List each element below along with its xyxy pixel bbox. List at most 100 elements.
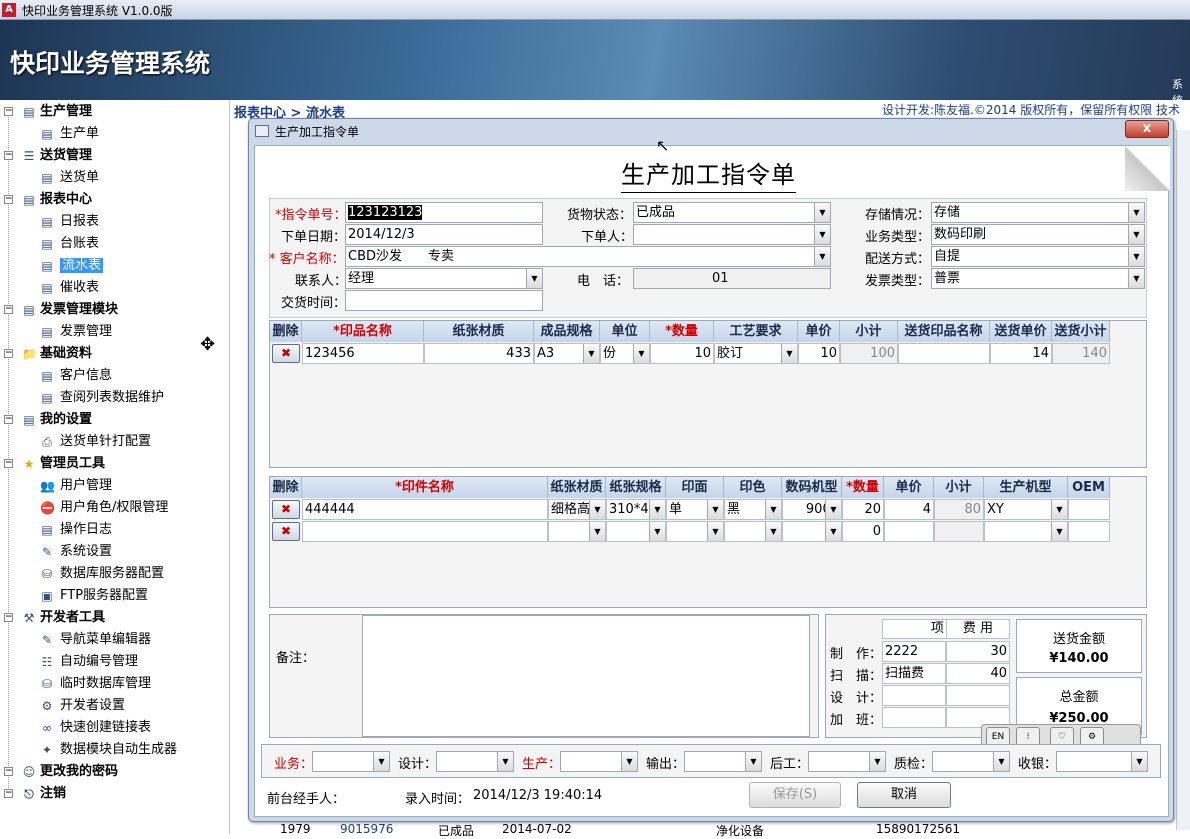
business-type-field[interactable]: 数码印刷 ▼ xyxy=(931,224,1145,245)
grid-cell[interactable]: ▼ xyxy=(724,521,782,542)
post-staff-field[interactable]: ▼ xyxy=(808,751,886,772)
chevron-down-icon[interactable]: ▼ xyxy=(1051,522,1067,541)
business-staff-field[interactable]: ▼ xyxy=(312,751,390,772)
tree-item-6[interactable]: ▤ 台账表 xyxy=(41,234,99,254)
chevron-down-icon[interactable]: ▼ xyxy=(825,522,841,541)
grid-cell[interactable]: 细格高 ▼ xyxy=(548,499,606,520)
tree-item-20[interactable]: ✎ 系统设置 xyxy=(42,542,112,562)
chevron-down-icon[interactable]: ▼ xyxy=(649,522,665,541)
grid-cell[interactable]: 100 xyxy=(840,343,898,364)
grid-cell[interactable]: 10 xyxy=(798,343,840,364)
grid-cell[interactable]: 310*4 ▼ xyxy=(606,499,666,520)
cashier-staff-field[interactable]: ▼ xyxy=(1056,751,1148,772)
tree-item-8[interactable]: ▤ 催收表 xyxy=(41,278,99,298)
tree-item-19[interactable]: ▤ 操作日志 xyxy=(41,520,112,540)
customer-field[interactable]: CBD沙发 专卖 ▼ xyxy=(345,246,831,267)
expand-toggle-icon[interactable]: − xyxy=(4,767,13,776)
grid-cell[interactable]: XY ▼ xyxy=(984,499,1068,520)
tree-group-2[interactable]: − ☰ 送货管理 xyxy=(4,146,92,166)
tree-item-15[interactable]: ⎙ 送货单针打配置 xyxy=(42,432,151,452)
tree-item-24[interactable]: ✎ 导航菜单编辑器 xyxy=(42,630,151,650)
delete-row-icon[interactable]: ✖ xyxy=(272,522,300,541)
tree-group-16[interactable]: − ★ 管理员工具 xyxy=(4,454,105,474)
grid-cell[interactable]: 433 xyxy=(424,343,534,364)
tree-item-3[interactable]: ▤ 送货单 xyxy=(41,168,99,188)
grid-cell[interactable]: 单 ▼ xyxy=(666,499,724,520)
orderer-field[interactable]: ▼ xyxy=(633,224,831,245)
chevron-down-icon[interactable]: ▼ xyxy=(1128,247,1144,266)
invoice-type-field[interactable]: 普票 ▼ xyxy=(931,268,1145,289)
ship-method-field[interactable]: 自提 ▼ xyxy=(931,246,1145,267)
grid-cell[interactable]: 份 ▼ xyxy=(600,343,650,364)
cost-item-field[interactable]: 2222 xyxy=(882,641,946,662)
expand-toggle-icon[interactable]: − xyxy=(4,613,13,622)
chevron-down-icon[interactable]: ▼ xyxy=(765,500,781,519)
grid-cell[interactable] xyxy=(898,343,990,364)
grid-cell[interactable]: ▼ xyxy=(548,521,606,542)
chevron-down-icon[interactable]: ▼ xyxy=(814,225,830,244)
tree-item-10[interactable]: ▤ 发票管理 xyxy=(41,322,112,342)
expand-toggle-icon[interactable]: − xyxy=(4,195,13,204)
grid-cell[interactable]: 黑 ▼ xyxy=(724,499,782,520)
expand-toggle-icon[interactable]: − xyxy=(4,107,13,116)
chevron-down-icon[interactable]: ▼ xyxy=(765,522,781,541)
design-staff-field[interactable]: ▼ xyxy=(436,751,514,772)
tree-item-12[interactable]: ▤ 客户信息 xyxy=(41,366,112,386)
tree-item-29[interactable]: ✦ 数据模块自动生成器 xyxy=(42,740,177,760)
tree-item-18[interactable]: ⛔ 用户角色/权限管理 xyxy=(40,498,168,518)
tree-item-17[interactable]: 👥 用户管理 xyxy=(40,476,112,496)
phone-field[interactable]: 01 xyxy=(633,268,831,289)
chevron-down-icon[interactable]: ▼ xyxy=(589,500,605,519)
tree-group-23[interactable]: − ⚒ 开发者工具 xyxy=(4,608,105,628)
chevron-down-icon[interactable]: ▼ xyxy=(869,752,885,771)
save-button[interactable]: 保存(S) xyxy=(749,782,841,808)
cost-item-field[interactable]: 扫描费 xyxy=(882,663,946,684)
cost-fee-field[interactable] xyxy=(946,685,1010,706)
tree-group-0[interactable]: − ▤ 生产管理 xyxy=(4,102,92,122)
chevron-down-icon[interactable]: ▼ xyxy=(814,247,830,266)
delete-row-icon[interactable]: ✖ xyxy=(272,500,300,519)
grid-cell[interactable]: 80 xyxy=(934,499,984,520)
cost-fee-field[interactable]: 30 xyxy=(946,641,1010,662)
cost-fee-field[interactable]: 40 xyxy=(946,663,1010,684)
chevron-down-icon[interactable]: ▼ xyxy=(373,752,389,771)
tree-group-14[interactable]: − ▤ 我的设置 xyxy=(4,410,92,430)
tree-item-25[interactable]: ☷ 自动编号管理 xyxy=(42,652,138,672)
tree-item-28[interactable]: ∞ 快速创建链接表 xyxy=(42,718,151,738)
tree-group-31[interactable]: − ⎋ 注销 xyxy=(4,784,66,804)
tree-group-11[interactable]: − 📁 基础资料 xyxy=(4,344,92,364)
tree-group-9[interactable]: − ▤ 发票管理模块 xyxy=(4,300,118,320)
tree-item-7[interactable]: ▤ 流水表 xyxy=(41,256,104,276)
chevron-down-icon[interactable]: ▼ xyxy=(1128,225,1144,244)
background-scrollbar[interactable] xyxy=(1176,130,1190,830)
chevron-down-icon[interactable]: ▼ xyxy=(583,344,599,363)
chevron-down-icon[interactable]: ▼ xyxy=(589,522,605,541)
cancel-button[interactable]: 取消 xyxy=(857,782,951,808)
expand-toggle-icon[interactable]: − xyxy=(4,151,13,160)
grid-cell[interactable] xyxy=(1068,499,1110,520)
tree-item-1[interactable]: ▤ 生产单 xyxy=(41,124,99,144)
close-button[interactable]: x xyxy=(1125,120,1169,138)
remarks-textarea[interactable] xyxy=(362,615,810,737)
grid-cell[interactable]: 10 xyxy=(650,343,714,364)
grid-cell[interactable]: ▼ xyxy=(984,521,1068,542)
grid-cell[interactable]: 胶订 ▼ xyxy=(714,343,798,364)
grid-cell[interactable] xyxy=(1068,521,1110,542)
chevron-down-icon[interactable]: ▼ xyxy=(814,203,830,222)
chevron-down-icon[interactable]: ▼ xyxy=(825,500,841,519)
grid-cell[interactable] xyxy=(302,521,548,542)
expand-toggle-icon[interactable]: − xyxy=(4,459,13,468)
grid-cell[interactable] xyxy=(884,521,934,542)
chevron-down-icon[interactable]: ▼ xyxy=(707,500,723,519)
chevron-down-icon[interactable]: ▼ xyxy=(707,522,723,541)
tree-group-4[interactable]: − ▤ 报表中心 xyxy=(4,190,92,210)
output-staff-field[interactable]: ▼ xyxy=(684,751,762,772)
chevron-down-icon[interactable]: ▼ xyxy=(781,344,797,363)
grid-cell[interactable]: A3 ▼ xyxy=(534,343,600,364)
tree-item-13[interactable]: ▤ 查阅列表数据维护 xyxy=(41,388,164,408)
grid-cell[interactable]: 444444 xyxy=(302,499,548,520)
grid-cell[interactable]: ▼ xyxy=(606,521,666,542)
chevron-down-icon[interactable]: ▼ xyxy=(621,752,637,771)
grid-cell[interactable]: 20 xyxy=(842,499,884,520)
delivery-time-field[interactable] xyxy=(345,290,543,311)
